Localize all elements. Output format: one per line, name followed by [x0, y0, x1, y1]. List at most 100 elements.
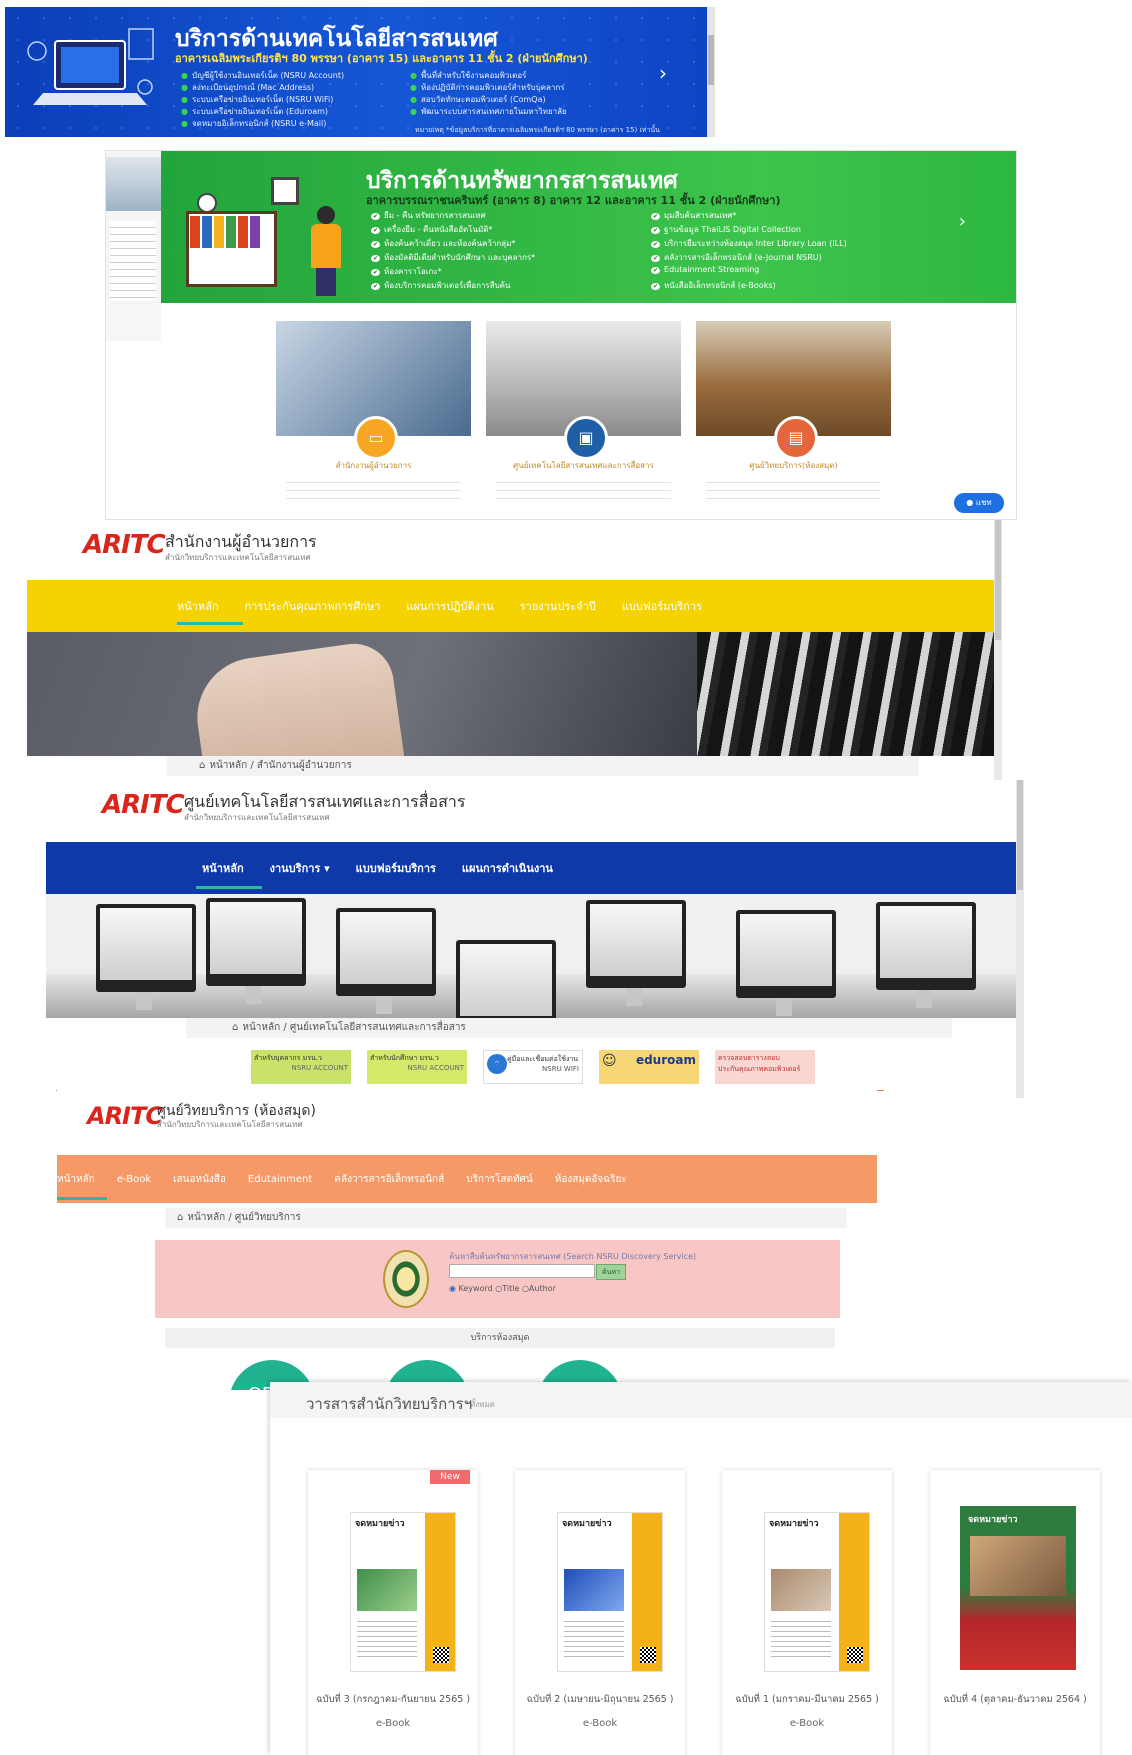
- scrollbar-thumb[interactable]: [708, 35, 714, 85]
- nav-home[interactable]: หน้าหลัก: [57, 1172, 95, 1187]
- newsletter-cover[interactable]: จดหมายข่าว: [350, 1512, 456, 1672]
- nav-ejournal[interactable]: คลังวารสารอิเล็กทรอนิกส์: [334, 1172, 444, 1187]
- chat-button[interactable]: ● แชท: [954, 493, 1004, 513]
- nav-forms[interactable]: แบบฟอร์มบริการ: [356, 859, 436, 877]
- main-nav: หน้าหลัก การประกันคุณภาพการศึกษา แผนการป…: [27, 580, 997, 632]
- cover-text: [564, 1617, 624, 1661]
- card-it-center[interactable]: ▣ ศูนย์เทคโนโลยีสารสนเทศและการสื่อสาร: [486, 321, 681, 511]
- ebook-link[interactable]: e-Book: [722, 1718, 892, 1729]
- cover-text: [357, 1617, 417, 1661]
- nav-plan[interactable]: แผนการปฏิบัติงาน: [406, 597, 493, 615]
- scrollbar-thumb[interactable]: [995, 520, 1001, 640]
- newsletter-card[interactable]: จดหมายข่าว ฉบับที่ 4 (ตุลาคม-ธันวาคม 256…: [930, 1470, 1100, 1755]
- section-breadcrumb[interactable]: ทั้งหมด: [470, 1398, 495, 1411]
- home-icon[interactable]: ⌂: [199, 756, 205, 776]
- nav-annual-report[interactable]: รายงานประจำปี: [520, 597, 596, 615]
- list-item: บัญชีผู้ใช้งานอินเทอร์เน็ต (NSRU Account…: [181, 69, 344, 81]
- chevron-right-icon[interactable]: ›: [659, 61, 667, 85]
- nav-edutainment[interactable]: Edutainment: [248, 1174, 312, 1185]
- list-item: สอบวัดทักษะคอมพิวเตอร์ (ComQa): [410, 93, 567, 105]
- nav-services-dropdown[interactable]: งานบริการ ▾: [270, 859, 330, 877]
- link-sub: ประกันคุณภาพคอมพิวเตอร์: [718, 1065, 801, 1073]
- exec-office-site: ARITC สำนักงานผู้อำนวยการ สำนักวิทยบริกา…: [27, 520, 1002, 788]
- newsletter-caption[interactable]: ฉบับที่ 1 (มกราคม-มีนาคม 2565 ): [722, 1692, 892, 1707]
- card-library[interactable]: ▤ ศูนย์วิทยบริการ(ห้องสมุด): [696, 321, 891, 511]
- list-item: พื้นที่สำหรับใช้งานคอมพิวเตอร์: [410, 69, 567, 81]
- qr-code-icon: [640, 1647, 656, 1663]
- services-list-left: ยืม - คืน ทรัพยากรสารสนเทศ เครื่องยืม - …: [371, 209, 535, 293]
- scrollbar-thumb[interactable]: [1017, 780, 1023, 890]
- newsletter-card[interactable]: จดหมายข่าว ฉบับที่ 1 (มกราคม-มีนาคม 2565…: [722, 1470, 892, 1755]
- nav-forms[interactable]: แบบฟอร์มบริการ: [622, 597, 702, 615]
- university-seal: [383, 1250, 429, 1308]
- student-illustration: [311, 206, 341, 296]
- card-caption: ศูนย์เทคโนโลยีสารสนเทศและการสื่อสาร: [513, 461, 654, 470]
- nav-home[interactable]: หน้าหลัก: [177, 597, 219, 615]
- newsletter-caption[interactable]: ฉบับที่ 4 (ตุลาคม-ธันวาคม 2564 ): [930, 1692, 1100, 1707]
- aritc-logo[interactable]: ARITC: [87, 1102, 163, 1130]
- library-section: บริการด้านทรัพยากรสารสนเทศ อาคารบรรณราชน…: [105, 150, 1017, 520]
- breadcrumb-current: ศูนย์เทคโนโลยีสารสนเทศและการสื่อสาร: [289, 1022, 466, 1033]
- cover-photo: [771, 1569, 831, 1611]
- breadcrumb-home[interactable]: หน้าหลัก: [209, 760, 247, 771]
- cover-title: จดหมายข่าว: [562, 1519, 612, 1529]
- link-student-account[interactable]: สำหรับนักศึกษา มรน.ว NSRU ACCOUNT: [367, 1050, 467, 1084]
- scrollbar[interactable]: [1016, 780, 1024, 1098]
- list-item: Edutainment Streaming: [651, 265, 847, 279]
- scrollbar[interactable]: [994, 520, 1002, 788]
- list-item: จดหมายอิเล็กทรอนิกส์ (NSRU e-Mail): [181, 117, 344, 129]
- link-wifi[interactable]: ⌔ คู่มือและเชื่อมต่อใช้งาน NSRU WIFI: [483, 1050, 583, 1084]
- newsletter-cover[interactable]: จดหมายข่าว: [960, 1506, 1076, 1670]
- newsletter-card[interactable]: New จดหมายข่าว ฉบับที่ 3 (กรกฎาคม-กันยาย…: [308, 1470, 478, 1755]
- newsletter-cover[interactable]: จดหมายข่าว: [557, 1512, 663, 1672]
- newsletter-card[interactable]: จดหมายข่าว ฉบับที่ 2 (เมษายน-มิถุนายน 25…: [515, 1470, 685, 1755]
- nav-home[interactable]: หน้าหลัก: [202, 859, 244, 877]
- newsletter-cover[interactable]: จดหมายข่าว: [764, 1512, 870, 1672]
- chevron-right-icon[interactable]: ›: [959, 211, 966, 232]
- imac-graphic: [876, 902, 976, 1008]
- picture-frame-icon: [271, 177, 299, 205]
- radio-label: Title: [502, 1284, 520, 1293]
- home-icon[interactable]: ⌂: [232, 1018, 238, 1038]
- radio-author[interactable]: ○: [522, 1284, 529, 1293]
- link-exam-schedule[interactable]: ตรวจสอบตารางสอบ ประกันคุณภาพคอมพิวเตอร์: [715, 1050, 815, 1084]
- discovery-search: ค้นหาสืบค้นทรัพยากรสารสนเทศ (Search NSRU…: [155, 1240, 840, 1318]
- home-icon[interactable]: ⌂: [177, 1208, 183, 1228]
- nav-plan[interactable]: แผนการดำเนินงาน: [462, 859, 553, 877]
- nav-ebook[interactable]: e-Book: [117, 1174, 151, 1185]
- radio-keyword[interactable]: ◉: [449, 1284, 456, 1293]
- search-input[interactable]: [449, 1264, 595, 1278]
- aritc-logo[interactable]: ARITC: [83, 530, 166, 560]
- cover-title: จดหมายข่าว: [968, 1515, 1018, 1525]
- link-title: ตรวจสอบตารางสอบ: [718, 1054, 780, 1062]
- newsletter-caption[interactable]: ฉบับที่ 3 (กรกฎาคม-กันยายน 2565 ): [308, 1692, 478, 1707]
- banner-note: หมายเหตุ *ข้อมูลบริการที่อาคารเฉลิมพระเก…: [415, 126, 660, 134]
- ebook-link[interactable]: e-Book: [308, 1718, 478, 1729]
- breadcrumb-home[interactable]: หน้าหลัก: [242, 1022, 280, 1033]
- clock-icon: [197, 193, 217, 213]
- search-button[interactable]: ค้นหา: [596, 1264, 626, 1280]
- link-staff-account[interactable]: สำหรับบุคลากร มรน.ว NSRU ACCOUNT: [251, 1050, 351, 1084]
- list-item: หนังสืออิเล็กทรอนิกส์ (e-Books): [651, 279, 847, 293]
- ebook-link[interactable]: e-Book: [515, 1718, 685, 1729]
- stripes-graphic: [697, 632, 997, 756]
- library-banner[interactable]: บริการด้านทรัพยากรสารสนเทศ อาคารบรรณราชน…: [161, 151, 1016, 303]
- services-list-right: พื้นที่สำหรับใช้งานคอมพิวเตอร์ ห้องปฏิบั…: [410, 69, 567, 117]
- link-eduroam[interactable]: ☺ eduroam: [599, 1050, 699, 1084]
- nav-smart-library[interactable]: ห้องสมุดอัจฉริยะ: [555, 1172, 627, 1187]
- nav-menu: หน้าหลัก การประกันคุณภาพการศึกษา แผนการป…: [177, 580, 728, 632]
- nav-suggest-book[interactable]: เสนอหนังสือ: [173, 1172, 226, 1187]
- scrollbar[interactable]: [707, 7, 715, 137]
- list-item: ห้องค้นคว้าเดี่ยว และห้องค้นคว้ากลุ่ม*: [371, 237, 535, 251]
- card-exec-office[interactable]: ▭ สำนักงานผู้อำนวยการ: [276, 321, 471, 511]
- it-services-banner[interactable]: บริการด้านเทคโนโลยีสารสนเทศ อาคารเฉลิมพร…: [5, 7, 715, 137]
- bookshelf-illustration: [186, 211, 277, 287]
- nav-qa[interactable]: การประกันคุณภาพการศึกษา: [245, 597, 381, 615]
- aritc-logo[interactable]: ARITC: [102, 790, 185, 820]
- nav-av-service[interactable]: บริการโสตทัศน์: [466, 1172, 533, 1187]
- breadcrumb-home[interactable]: หน้าหลัก: [187, 1212, 225, 1223]
- newsletter-caption[interactable]: ฉบับที่ 2 (เมษายน-มิถุนายน 2565 ): [515, 1692, 685, 1707]
- cover-photo: [357, 1569, 417, 1611]
- chat-label: แชท: [975, 498, 992, 507]
- site-subtitle: สำนักวิทยบริการและเทคโนโลยีสารสนเทศ: [184, 813, 330, 822]
